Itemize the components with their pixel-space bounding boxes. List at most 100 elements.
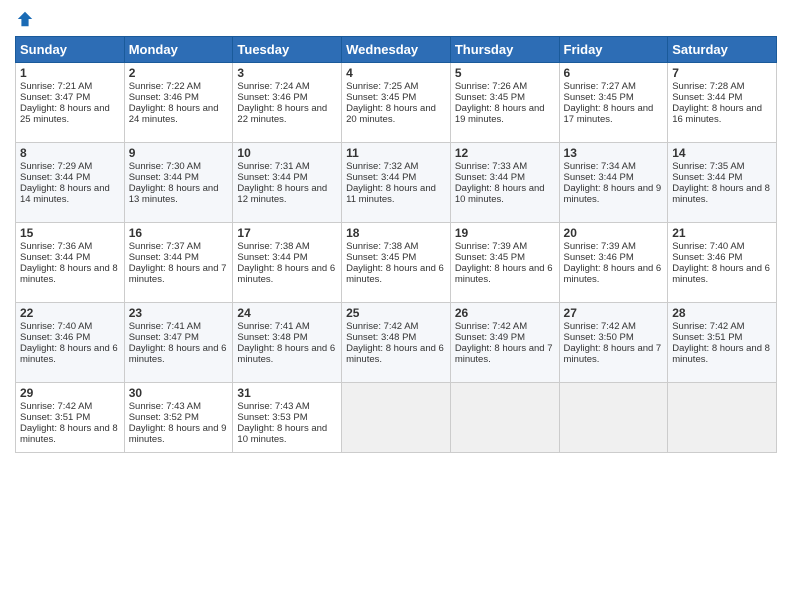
day-number: 14 <box>672 146 772 160</box>
calendar-cell: 14 Sunrise: 7:35 AM Sunset: 3:44 PM Dayl… <box>668 143 777 223</box>
sunrise-text: Sunrise: 7:27 AM <box>564 81 636 92</box>
daylight-text: Daylight: 8 hours and 10 minutes. <box>455 183 545 205</box>
sunset-text: Sunset: 3:45 PM <box>455 252 525 263</box>
daylight-text: Daylight: 8 hours and 16 minutes. <box>672 103 762 125</box>
calendar-week-row: 29 Sunrise: 7:42 AM Sunset: 3:51 PM Dayl… <box>16 383 777 453</box>
day-number: 30 <box>129 386 229 400</box>
sunset-text: Sunset: 3:50 PM <box>564 332 634 343</box>
day-number: 19 <box>455 226 555 240</box>
sunrise-text: Sunrise: 7:40 AM <box>20 321 92 332</box>
sunset-text: Sunset: 3:48 PM <box>237 332 307 343</box>
day-number: 7 <box>672 66 772 80</box>
calendar-cell: 19 Sunrise: 7:39 AM Sunset: 3:45 PM Dayl… <box>450 223 559 303</box>
daylight-text: Daylight: 8 hours and 7 minutes. <box>455 343 553 365</box>
sunrise-text: Sunrise: 7:38 AM <box>237 241 309 252</box>
daylight-text: Daylight: 8 hours and 10 minutes. <box>237 423 327 445</box>
daylight-text: Daylight: 8 hours and 6 minutes. <box>237 263 335 285</box>
sunrise-text: Sunrise: 7:35 AM <box>672 161 744 172</box>
day-number: 25 <box>346 306 446 320</box>
sunset-text: Sunset: 3:47 PM <box>129 332 199 343</box>
sunrise-text: Sunrise: 7:43 AM <box>129 401 201 412</box>
sunrise-text: Sunrise: 7:36 AM <box>20 241 92 252</box>
daylight-text: Daylight: 8 hours and 6 minutes. <box>564 263 662 285</box>
sunset-text: Sunset: 3:46 PM <box>20 332 90 343</box>
calendar-cell: 23 Sunrise: 7:41 AM Sunset: 3:47 PM Dayl… <box>124 303 233 383</box>
calendar-cell: 8 Sunrise: 7:29 AM Sunset: 3:44 PM Dayli… <box>16 143 125 223</box>
sunrise-text: Sunrise: 7:42 AM <box>672 321 744 332</box>
day-number: 26 <box>455 306 555 320</box>
sunrise-text: Sunrise: 7:42 AM <box>20 401 92 412</box>
sunset-text: Sunset: 3:44 PM <box>20 252 90 263</box>
calendar-cell: 2 Sunrise: 7:22 AM Sunset: 3:46 PM Dayli… <box>124 63 233 143</box>
weekday-header: Saturday <box>668 37 777 63</box>
calendar-cell: 5 Sunrise: 7:26 AM Sunset: 3:45 PM Dayli… <box>450 63 559 143</box>
calendar-cell: 25 Sunrise: 7:42 AM Sunset: 3:48 PM Dayl… <box>342 303 451 383</box>
daylight-text: Daylight: 8 hours and 11 minutes. <box>346 183 436 205</box>
daylight-text: Daylight: 8 hours and 6 minutes. <box>346 343 444 365</box>
sunset-text: Sunset: 3:44 PM <box>237 252 307 263</box>
calendar-cell: 31 Sunrise: 7:43 AM Sunset: 3:53 PM Dayl… <box>233 383 342 453</box>
day-number: 27 <box>564 306 664 320</box>
sunset-text: Sunset: 3:45 PM <box>346 92 416 103</box>
daylight-text: Daylight: 8 hours and 13 minutes. <box>129 183 219 205</box>
day-number: 11 <box>346 146 446 160</box>
calendar-table: SundayMondayTuesdayWednesdayThursdayFrid… <box>15 36 777 453</box>
calendar-week-row: 22 Sunrise: 7:40 AM Sunset: 3:46 PM Dayl… <box>16 303 777 383</box>
calendar-cell: 18 Sunrise: 7:38 AM Sunset: 3:45 PM Dayl… <box>342 223 451 303</box>
sunset-text: Sunset: 3:53 PM <box>237 412 307 423</box>
weekday-header: Monday <box>124 37 233 63</box>
day-number: 18 <box>346 226 446 240</box>
day-number: 23 <box>129 306 229 320</box>
daylight-text: Daylight: 8 hours and 19 minutes. <box>455 103 545 125</box>
sunrise-text: Sunrise: 7:39 AM <box>455 241 527 252</box>
sunrise-text: Sunrise: 7:22 AM <box>129 81 201 92</box>
daylight-text: Daylight: 8 hours and 8 minutes. <box>20 263 118 285</box>
sunset-text: Sunset: 3:44 PM <box>129 252 199 263</box>
sunrise-text: Sunrise: 7:24 AM <box>237 81 309 92</box>
daylight-text: Daylight: 8 hours and 25 minutes. <box>20 103 110 125</box>
calendar-cell: 13 Sunrise: 7:34 AM Sunset: 3:44 PM Dayl… <box>559 143 668 223</box>
day-number: 13 <box>564 146 664 160</box>
sunrise-text: Sunrise: 7:31 AM <box>237 161 309 172</box>
calendar-cell: 28 Sunrise: 7:42 AM Sunset: 3:51 PM Dayl… <box>668 303 777 383</box>
sunset-text: Sunset: 3:46 PM <box>129 92 199 103</box>
sunset-text: Sunset: 3:44 PM <box>455 172 525 183</box>
day-number: 31 <box>237 386 337 400</box>
sunrise-text: Sunrise: 7:30 AM <box>129 161 201 172</box>
daylight-text: Daylight: 8 hours and 6 minutes. <box>20 343 118 365</box>
sunset-text: Sunset: 3:46 PM <box>564 252 634 263</box>
calendar-cell: 30 Sunrise: 7:43 AM Sunset: 3:52 PM Dayl… <box>124 383 233 453</box>
day-number: 20 <box>564 226 664 240</box>
calendar-cell: 22 Sunrise: 7:40 AM Sunset: 3:46 PM Dayl… <box>16 303 125 383</box>
calendar-cell <box>668 383 777 453</box>
sunrise-text: Sunrise: 7:39 AM <box>564 241 636 252</box>
daylight-text: Daylight: 8 hours and 6 minutes. <box>346 263 444 285</box>
weekday-header: Tuesday <box>233 37 342 63</box>
weekday-header: Thursday <box>450 37 559 63</box>
calendar-cell: 3 Sunrise: 7:24 AM Sunset: 3:46 PM Dayli… <box>233 63 342 143</box>
sunset-text: Sunset: 3:46 PM <box>237 92 307 103</box>
sunrise-text: Sunrise: 7:41 AM <box>129 321 201 332</box>
day-number: 6 <box>564 66 664 80</box>
day-number: 1 <box>20 66 120 80</box>
calendar-cell: 12 Sunrise: 7:33 AM Sunset: 3:44 PM Dayl… <box>450 143 559 223</box>
calendar-header-row: SundayMondayTuesdayWednesdayThursdayFrid… <box>16 37 777 63</box>
sunrise-text: Sunrise: 7:34 AM <box>564 161 636 172</box>
day-number: 10 <box>237 146 337 160</box>
calendar-cell: 6 Sunrise: 7:27 AM Sunset: 3:45 PM Dayli… <box>559 63 668 143</box>
sunrise-text: Sunrise: 7:26 AM <box>455 81 527 92</box>
sunset-text: Sunset: 3:44 PM <box>672 92 742 103</box>
sunset-text: Sunset: 3:44 PM <box>129 172 199 183</box>
calendar-cell: 1 Sunrise: 7:21 AM Sunset: 3:47 PM Dayli… <box>16 63 125 143</box>
daylight-text: Daylight: 8 hours and 8 minutes. <box>672 183 770 205</box>
sunrise-text: Sunrise: 7:21 AM <box>20 81 92 92</box>
sunset-text: Sunset: 3:45 PM <box>346 252 416 263</box>
day-number: 29 <box>20 386 120 400</box>
sunrise-text: Sunrise: 7:38 AM <box>346 241 418 252</box>
day-number: 12 <box>455 146 555 160</box>
calendar-cell: 27 Sunrise: 7:42 AM Sunset: 3:50 PM Dayl… <box>559 303 668 383</box>
logo <box>15 10 35 28</box>
sunrise-text: Sunrise: 7:37 AM <box>129 241 201 252</box>
sunrise-text: Sunrise: 7:32 AM <box>346 161 418 172</box>
sunset-text: Sunset: 3:51 PM <box>672 332 742 343</box>
